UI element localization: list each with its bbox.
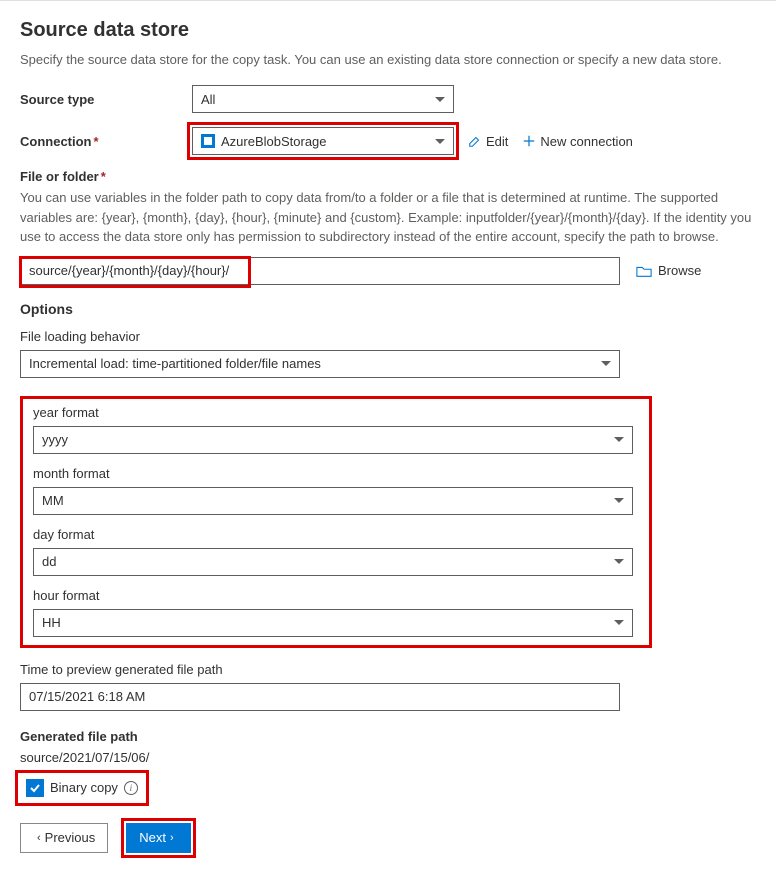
- file-loading-behavior-select[interactable]: Incremental load: time-partitioned folde…: [20, 350, 620, 378]
- pencil-icon: [468, 134, 482, 148]
- source-type-label: Source type: [20, 92, 192, 107]
- next-button[interactable]: Next ›: [126, 823, 190, 853]
- file-path-value: source/{year}/{month}/{day}/{hour}/: [29, 263, 229, 278]
- new-connection-link[interactable]: New connection: [522, 134, 633, 149]
- info-icon[interactable]: i: [124, 781, 138, 795]
- format-group-highlight: year format yyyy month format MM day for…: [20, 396, 652, 648]
- day-format-select[interactable]: dd: [33, 548, 633, 576]
- chevron-down-icon: [614, 559, 624, 564]
- binary-copy-checkbox[interactable]: Binary copy i: [20, 775, 144, 801]
- year-format-label: year format: [33, 405, 639, 420]
- page-description: Specify the source data store for the co…: [20, 52, 756, 67]
- page-title: Source data store: [20, 19, 756, 42]
- chevron-right-icon: ›: [170, 832, 174, 844]
- folder-icon: [636, 264, 652, 278]
- storage-icon: [201, 134, 215, 148]
- chevron-down-icon: [601, 361, 611, 366]
- chevron-down-icon: [614, 498, 624, 503]
- day-format-value: dd: [42, 554, 606, 569]
- browse-button[interactable]: Browse: [636, 263, 701, 278]
- generated-path-value: source/2021/07/15/06/: [20, 750, 756, 765]
- file-or-folder-label: File or folder*: [20, 169, 756, 184]
- generated-path-label: Generated file path: [20, 729, 756, 744]
- chevron-down-icon: [614, 437, 624, 442]
- hour-format-value: HH: [42, 615, 606, 630]
- plus-icon: [522, 134, 536, 148]
- file-path-input[interactable]: source/{year}/{month}/{day}/{hour}/: [20, 257, 620, 285]
- preview-time-value: 07/15/2021 6:18 AM: [29, 689, 145, 704]
- binary-copy-label: Binary copy: [50, 780, 118, 795]
- previous-button[interactable]: ‹ Previous: [20, 823, 108, 853]
- month-format-value: MM: [42, 493, 606, 508]
- month-format-select[interactable]: MM: [33, 487, 633, 515]
- year-format-value: yyyy: [42, 432, 606, 447]
- source-type-select[interactable]: All: [192, 85, 454, 113]
- year-format-select[interactable]: yyyy: [33, 426, 633, 454]
- hour-format-select[interactable]: HH: [33, 609, 633, 637]
- month-format-label: month format: [33, 466, 639, 481]
- preview-time-input[interactable]: 07/15/2021 6:18 AM: [20, 683, 620, 711]
- connection-label: Connection*: [20, 134, 192, 149]
- file-loading-behavior-label: File loading behavior: [20, 329, 756, 344]
- options-heading: Options: [20, 301, 756, 317]
- chevron-down-icon: [435, 139, 445, 144]
- source-type-value: All: [201, 92, 427, 107]
- hour-format-label: hour format: [33, 588, 639, 603]
- edit-connection-link[interactable]: Edit: [468, 134, 508, 149]
- connection-select[interactable]: AzureBlobStorage: [192, 127, 454, 155]
- checkbox-checked-icon: [26, 779, 44, 797]
- chevron-down-icon: [614, 620, 624, 625]
- chevron-left-icon: ‹: [37, 832, 41, 844]
- day-format-label: day format: [33, 527, 639, 542]
- chevron-down-icon: [435, 97, 445, 102]
- preview-time-label: Time to preview generated file path: [20, 662, 756, 677]
- file-loading-behavior-value: Incremental load: time-partitioned folde…: [29, 356, 593, 371]
- file-or-folder-help: You can use variables in the folder path…: [20, 188, 756, 247]
- connection-value: AzureBlobStorage: [221, 134, 427, 149]
